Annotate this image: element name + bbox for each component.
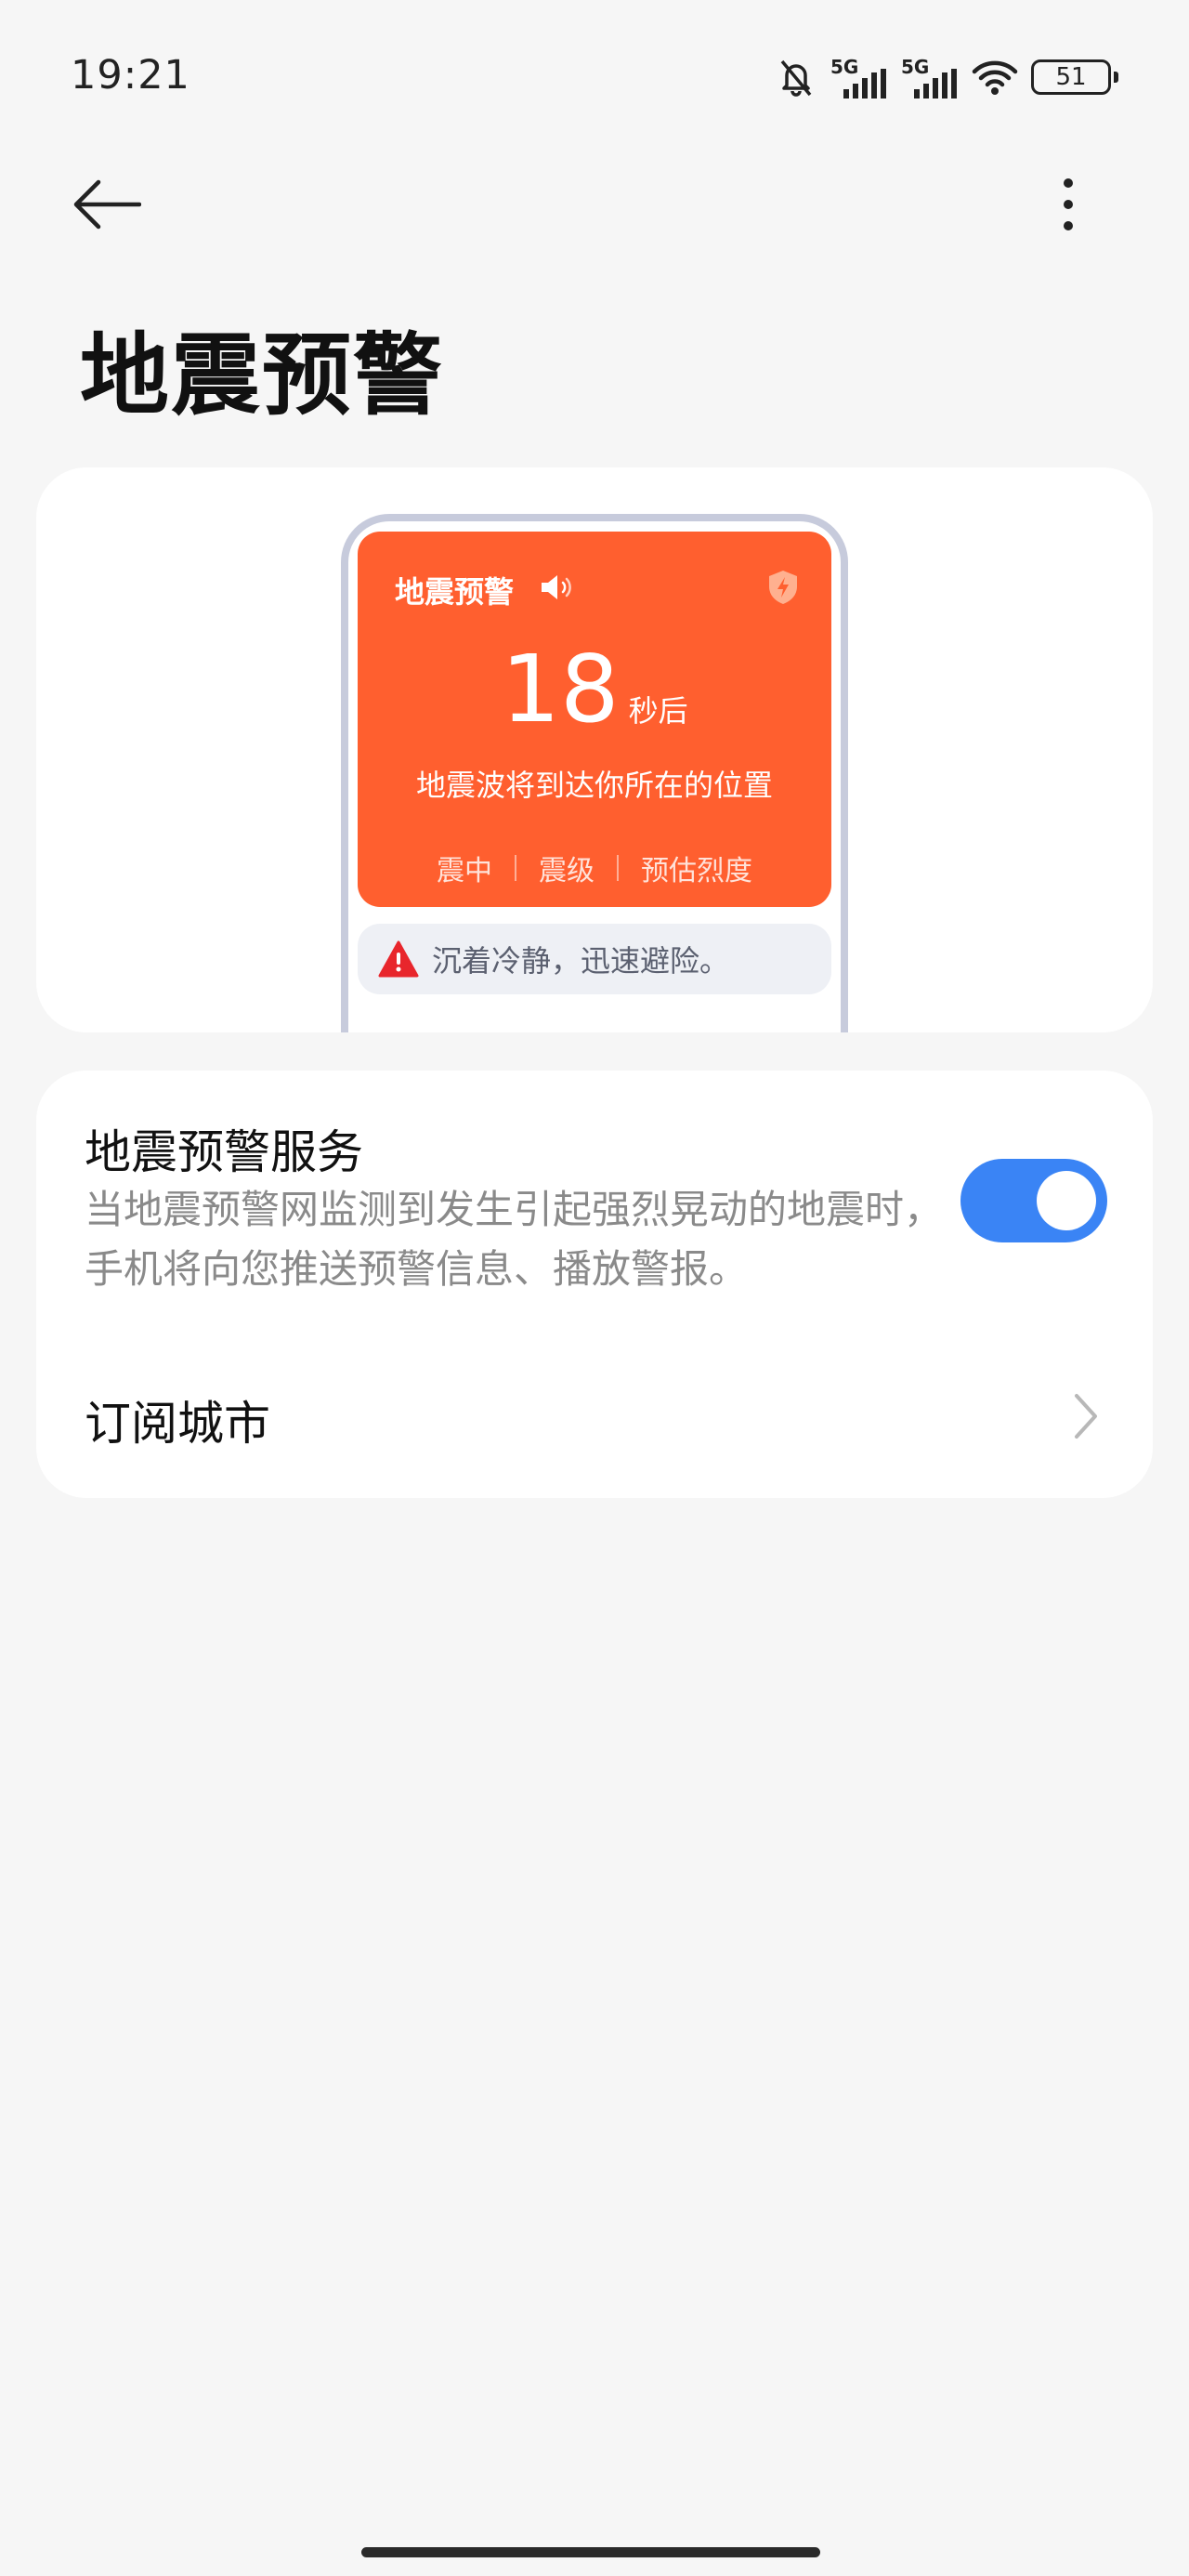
wifi-icon <box>972 60 1018 95</box>
subscribe-city-row[interactable]: 订阅城市 <box>36 1349 1153 1479</box>
battery-level: 51 <box>1055 63 1087 91</box>
status-icons: 5G 5G 51 <box>775 54 1118 100</box>
toggle-knob <box>1037 1171 1096 1230</box>
more-vertical-icon <box>1064 178 1073 230</box>
service-title: 地震预警服务 <box>85 1125 363 1179</box>
status-time: 19:21 <box>71 52 190 99</box>
service-toggle[interactable] <box>960 1159 1107 1242</box>
illustration-card: 地震预警 18 秒后 地震波将到达你所在的位置 震中 震级 预估烈度 沉着冷静，… <box>36 467 1153 1032</box>
subscribe-city-label: 订阅城市 <box>85 1397 270 1451</box>
home-indicator[interactable] <box>361 2547 820 2557</box>
more-options-button[interactable] <box>1050 167 1087 242</box>
alert-title: 地震预警 <box>395 574 515 610</box>
safety-tip-text: 沉着冷静，迅速避险。 <box>432 943 730 979</box>
phone-frame-illustration: 地震预警 18 秒后 地震波将到达你所在的位置 震中 震级 预估烈度 沉着冷静，… <box>341 514 848 1032</box>
cellular-signal-2: 5G <box>901 56 959 99</box>
warning-icon <box>378 940 419 978</box>
page: 19:21 5G 5G 51 地震预警 地震预警 18 秒后 地震波将到达你所在… <box>0 0 1189 2576</box>
safety-tip-bar: 沉着冷静，迅速避险。 <box>358 924 831 994</box>
service-description: 当地震预警网监测到发生引起强烈晃动的地震时，手机将向您推送预警信息、播放警报。 <box>85 1187 944 1292</box>
back-button[interactable] <box>72 167 156 242</box>
countdown: 18 秒后 <box>358 643 831 736</box>
signal-bars-icon <box>843 69 886 99</box>
mute-bell-icon <box>780 59 812 97</box>
info-epicenter: 震中 <box>437 855 492 887</box>
countdown-number: 18 <box>501 635 620 743</box>
back-arrow-icon <box>73 179 141 230</box>
shield-bolt-icon <box>769 571 797 604</box>
page-title: 地震预警 <box>80 323 444 427</box>
battery-icon: 51 <box>1031 59 1118 95</box>
signal-bars-icon <box>914 69 957 99</box>
earthquake-service-row[interactable]: 地震预警服务 当地震预警网监测到发生引起强烈晃动的地震时，手机将向您推送预警信息… <box>36 1071 1153 1312</box>
alert-subtitle: 地震波将到达你所在的位置 <box>415 768 773 803</box>
info-magnitude: 震级 <box>539 855 594 887</box>
countdown-unit: 秒后 <box>628 693 688 729</box>
cellular-signal-1: 5G <box>830 56 888 99</box>
info-intensity: 预估烈度 <box>641 855 752 887</box>
alert-preview-card: 地震预警 18 秒后 地震波将到达你所在的位置 震中 震级 预估烈度 <box>358 532 831 907</box>
quake-info-row: 震中 震级 预估烈度 <box>358 848 831 888</box>
settings-card: 地震预警服务 当地震预警网监测到发生引起强烈晃动的地震时，手机将向您推送预警信息… <box>36 1071 1153 1498</box>
speaker-icon <box>542 575 571 599</box>
chevron-right-icon <box>1075 1394 1097 1439</box>
status-bar: 19:21 5G 5G 51 <box>0 0 1189 139</box>
